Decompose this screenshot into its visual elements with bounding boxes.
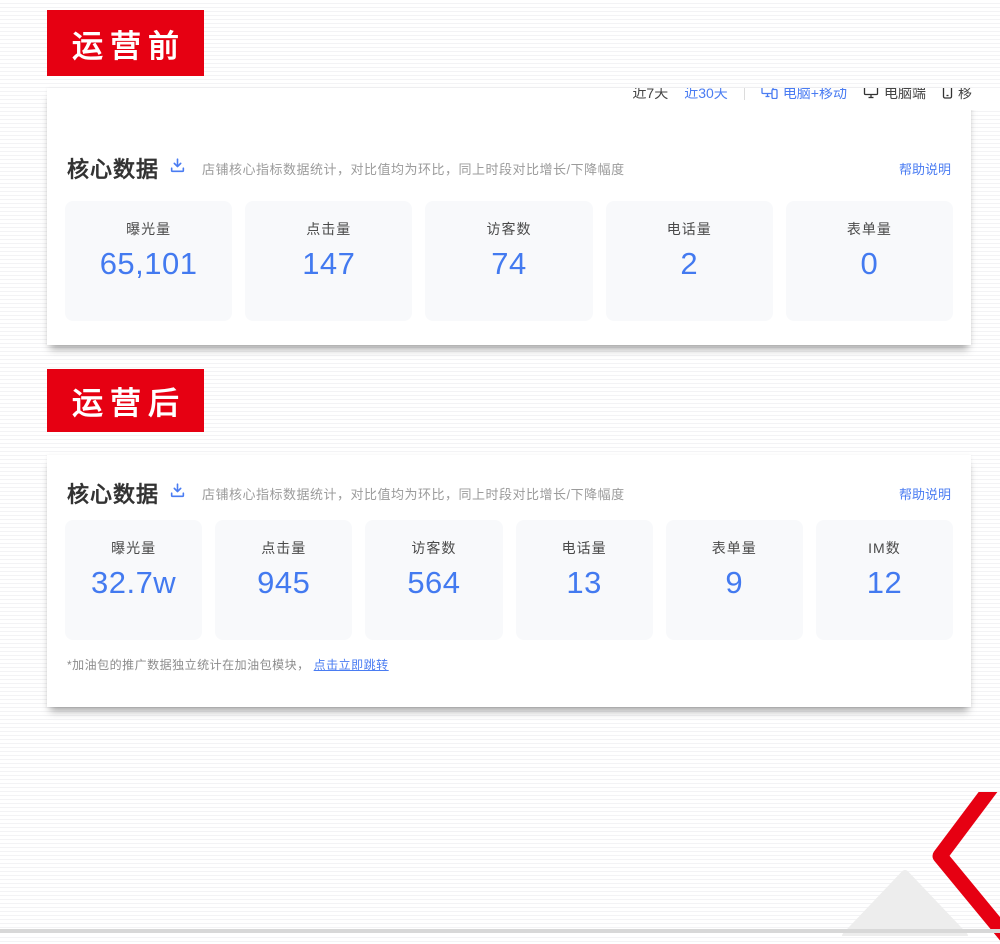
core-data-card-before: 核心数据 店铺核心指标数据统计，对比值均为环比，同上时段对比增长/下降幅度 帮助… (47, 88, 971, 345)
toolbar-divider (744, 88, 745, 100)
card-header: 核心数据 店铺核心指标数据统计，对比值均为环比，同上时段对比增长/下降幅度 帮助… (67, 152, 951, 184)
stat-visitors: 访客数 564 (365, 520, 502, 640)
stat-row: 曝光量 32.7w 点击量 945 访客数 564 电话量 13 表单量 9 I… (65, 520, 953, 640)
stat-value: 74 (425, 246, 592, 282)
stat-value: 2 (606, 246, 773, 282)
stat-label: 电话量 (516, 538, 653, 558)
red-chevron-decoration (928, 792, 1000, 944)
stat-exposure: 曝光量 32.7w (65, 520, 202, 640)
stat-value: 32.7w (65, 565, 202, 601)
footnote: *加油包的推广数据独立统计在加油包模块， 点击立即跳转 (67, 656, 389, 673)
stat-calls: 电话量 2 (606, 201, 773, 321)
stat-clicks: 点击量 147 (245, 201, 412, 321)
monitor-icon (863, 88, 879, 102)
stat-value: 0 (786, 246, 953, 282)
device-pc-label: 电脑端 (884, 88, 926, 103)
device-pc-tab[interactable]: 电脑端 (863, 88, 926, 103)
help-link[interactable]: 帮助说明 (899, 484, 951, 503)
card-title: 核心数据 (67, 477, 159, 509)
stat-value: 945 (215, 565, 352, 601)
stat-exposure: 曝光量 65,101 (65, 201, 232, 321)
help-link[interactable]: 帮助说明 (899, 159, 951, 178)
stat-forms: 表单量 9 (666, 520, 803, 640)
stat-row: 曝光量 65,101 点击量 147 访客数 74 电话量 2 表单量 0 (65, 201, 953, 321)
card-title: 核心数据 (67, 152, 159, 184)
phone-icon (942, 88, 953, 102)
stat-label: 点击量 (245, 219, 412, 239)
range-30d-tab[interactable]: 近30天 (684, 88, 728, 103)
card-header: 核心数据 店铺核心指标数据统计，对比值均为环比，同上时段对比增长/下降幅度 帮助… (67, 477, 951, 509)
stat-forms: 表单量 0 (786, 201, 953, 321)
core-data-card-after: 核心数据 店铺核心指标数据统计，对比值均为环比，同上时段对比增长/下降幅度 帮助… (47, 455, 971, 707)
after-operation-label: 运营后 (47, 369, 204, 432)
jump-now-link[interactable]: 点击立即跳转 (314, 658, 389, 672)
stat-visitors: 访客数 74 (425, 201, 592, 321)
stat-label: 表单量 (786, 219, 953, 239)
stat-label: 访客数 (365, 538, 502, 558)
stat-label: 电话量 (606, 219, 773, 239)
device-pc-mobile-label: 电脑+移动 (783, 88, 847, 103)
stat-clicks: 点击量 945 (215, 520, 352, 640)
footnote-text: *加油包的推广数据独立统计在加油包模块， (67, 658, 310, 672)
download-icon[interactable] (169, 482, 186, 504)
pc-mobile-icon (761, 88, 778, 102)
device-pc-mobile-tab[interactable]: 电脑+移动 (761, 88, 847, 103)
stat-value: 65,101 (65, 246, 232, 282)
stat-calls: 电话量 13 (516, 520, 653, 640)
stat-label: 曝光量 (65, 538, 202, 558)
date-device-toolbar: 近7天 近30天 电脑+移动 电脑端 移 (610, 88, 1000, 110)
stat-label: 表单量 (666, 538, 803, 558)
card-description: 店铺核心指标数据统计，对比值均为环比，同上时段对比增长/下降幅度 (202, 159, 625, 178)
device-mobile-tab[interactable]: 移 (942, 88, 972, 103)
stat-label: 曝光量 (65, 219, 232, 239)
stat-value: 147 (245, 246, 412, 282)
stat-value: 13 (516, 565, 653, 601)
stat-label: IM数 (816, 538, 953, 558)
bottom-border-bar (0, 929, 1000, 933)
stat-value: 564 (365, 565, 502, 601)
stat-value: 12 (816, 565, 953, 601)
before-operation-label: 运营前 (47, 10, 204, 76)
card-description: 店铺核心指标数据统计，对比值均为环比，同上时段对比增长/下降幅度 (202, 484, 625, 503)
stat-label: 点击量 (215, 538, 352, 558)
stat-im: IM数 12 (816, 520, 953, 640)
download-icon[interactable] (169, 157, 186, 179)
stat-value: 9 (666, 565, 803, 601)
stat-label: 访客数 (425, 219, 592, 239)
device-mobile-label: 移 (958, 88, 972, 103)
range-7d-tab[interactable]: 近7天 (632, 88, 668, 103)
